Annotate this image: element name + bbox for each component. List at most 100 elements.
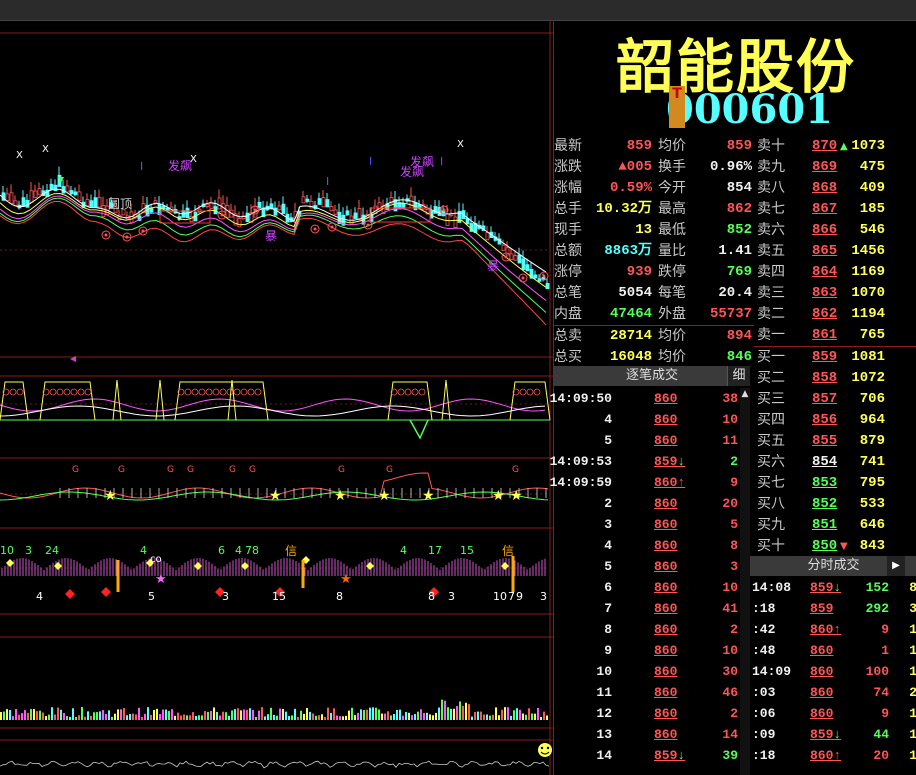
tick-row[interactable]: 12 860 2 bbox=[554, 703, 750, 724]
t-badge[interactable]: T bbox=[669, 86, 685, 128]
book-price[interactable]: 867 bbox=[812, 199, 837, 220]
order-book-row[interactable]: 卖十 870 ▲ 1073 bbox=[754, 136, 916, 157]
minute-row[interactable]: 14:09 860 100 1 bbox=[750, 661, 916, 682]
book-price[interactable]: 853 bbox=[812, 473, 837, 494]
tick-row[interactable]: 3 860 5 bbox=[554, 514, 750, 535]
book-price[interactable]: 859 bbox=[812, 347, 837, 368]
xin-label: 信 bbox=[285, 544, 297, 558]
tick-row[interactable]: 4 860 8 bbox=[554, 535, 750, 556]
tick-time: 14 bbox=[596, 748, 612, 763]
volume-bar bbox=[408, 712, 410, 720]
book-price[interactable]: 865 bbox=[812, 241, 837, 262]
tick-row[interactable]: 14:09:50 860 38 bbox=[550, 388, 750, 409]
order-book-row[interactable]: 买七 853 795 bbox=[754, 473, 916, 494]
minute-arrow-icon: ↑ bbox=[833, 622, 842, 637]
tick-row[interactable]: 14:09:53 859↓ 2 bbox=[550, 451, 750, 472]
book-price[interactable]: 850 bbox=[812, 536, 837, 557]
book-price[interactable]: 870 bbox=[812, 136, 837, 157]
book-price[interactable]: 864 bbox=[812, 262, 837, 283]
book-price[interactable]: 863 bbox=[812, 283, 837, 304]
tick-row[interactable]: 6 860 10 bbox=[554, 577, 750, 598]
scroll-up-icon[interactable]: ▲ bbox=[740, 388, 750, 400]
minute-row[interactable]: :42 860↑ 9 1 bbox=[750, 619, 916, 640]
tick-trades-list[interactable]: 14:09:50 860 38 4 860 10 5 860 11 14:09:53 859↓ 2 14… bbox=[550, 388, 750, 766]
book-price[interactable]: 862 bbox=[812, 304, 837, 325]
order-book-row[interactable]: 卖五 865 1456 bbox=[754, 241, 916, 262]
order-book-row[interactable]: 买九 851 646 bbox=[754, 515, 916, 536]
candle-body bbox=[77, 191, 82, 202]
tick-row[interactable]: 5 860 11 bbox=[554, 430, 750, 451]
tick-row[interactable]: 10 860 30 bbox=[554, 661, 750, 682]
tick-volume: 2 bbox=[730, 454, 738, 469]
minute-row[interactable]: :48 860 1 1 bbox=[750, 640, 916, 661]
minute-row[interactable]: :09 859↓ 44 1 bbox=[750, 724, 916, 745]
volume-bar bbox=[120, 709, 122, 720]
book-price[interactable]: 868 bbox=[812, 178, 837, 199]
tick-row[interactable]: 8 860 2 bbox=[554, 619, 750, 640]
order-book-row[interactable]: 卖一 861 765 bbox=[754, 325, 916, 346]
order-book-row[interactable]: 卖八 868 409 bbox=[754, 178, 916, 199]
book-volume: 1070 bbox=[851, 285, 885, 301]
order-book-row[interactable]: 买六 854 741 bbox=[754, 452, 916, 473]
book-price[interactable]: 857 bbox=[812, 389, 837, 410]
minute-row[interactable]: 14:08 859↓ 152 8 bbox=[750, 577, 916, 598]
book-price[interactable]: 861 bbox=[812, 325, 837, 346]
smile-icon[interactable] bbox=[538, 743, 552, 757]
tick-row[interactable]: 11 860 46 bbox=[554, 682, 750, 703]
minute-row[interactable]: :18 860↑ 20 1 bbox=[750, 745, 916, 766]
tick-trades-header[interactable]: 逐笔成交 细 bbox=[554, 366, 750, 386]
minute-trades-header[interactable]: 分时成交 ▶ bbox=[750, 556, 916, 576]
tick-row[interactable]: 7 860 41 bbox=[554, 598, 750, 619]
book-price[interactable]: 856 bbox=[812, 410, 837, 431]
volume-bar bbox=[270, 707, 272, 720]
tick-row[interactable]: 14 859↓ 39 bbox=[554, 745, 750, 766]
tick-scrollbar[interactable]: ▲ bbox=[740, 388, 750, 775]
book-price[interactable]: 852 bbox=[812, 494, 837, 515]
order-book-row[interactable]: 买八 852 533 bbox=[754, 494, 916, 515]
book-price[interactable]: 855 bbox=[812, 431, 837, 452]
kline-chart-svg[interactable]: XXXX发飙 发飙发飙圆顶暴暴III I ★ ★ ★ ★ ★ ★ ★G G G G G G G G G ★ ★信信… bbox=[0, 20, 553, 775]
tick-row[interactable]: 5 860 3 bbox=[554, 556, 750, 577]
fine-button[interactable]: 细 bbox=[727, 366, 750, 386]
order-book-row[interactable]: 卖二 862 1194 bbox=[754, 304, 916, 325]
volume-bar bbox=[84, 716, 86, 720]
order-book-row[interactable]: 买一 859 1081 bbox=[754, 346, 916, 368]
tick-row[interactable]: 4 860 10 bbox=[554, 409, 750, 430]
order-book-row[interactable]: 卖七 867 185 bbox=[754, 199, 916, 220]
book-price[interactable]: 851 bbox=[812, 515, 837, 536]
volume-bar bbox=[348, 710, 350, 720]
indicator-ring bbox=[418, 388, 426, 396]
candle-body bbox=[317, 198, 322, 205]
candle-body bbox=[217, 197, 222, 210]
minute-trades-list[interactable]: 14:08 859↓ 152 8:18 859 292 3:42 860↑ 9 1:48 860 1 1… bbox=[750, 577, 916, 766]
tick-row[interactable]: 13 860 14 bbox=[554, 724, 750, 745]
order-book-row[interactable]: 买三 857 706 bbox=[754, 389, 916, 410]
order-book-row[interactable]: 卖九 869 475 bbox=[754, 157, 916, 178]
order-book-row[interactable]: 卖六 866 546 bbox=[754, 220, 916, 241]
minute-row[interactable]: :18 859 292 3 bbox=[750, 598, 916, 619]
order-book-row[interactable]: 买五 855 879 bbox=[754, 431, 916, 452]
volume-bar bbox=[492, 714, 494, 720]
candle-body bbox=[213, 206, 218, 215]
volume-bar bbox=[516, 708, 518, 720]
book-price[interactable]: 858 bbox=[812, 368, 837, 389]
tick-row[interactable]: 2 860 20 bbox=[554, 493, 750, 514]
volume-bar bbox=[48, 714, 50, 720]
order-book-row[interactable]: 买十 850 ▼ 843 bbox=[754, 536, 916, 557]
order-book-row[interactable]: 买二 858 1072 bbox=[754, 368, 916, 389]
minute-row[interactable]: :03 860 74 2 bbox=[750, 682, 916, 703]
kline-chart-area[interactable]: X X X X 发飙 发飙 发飙 圆顶暴暴 I I I I ★ ★ ★ ★ ★ ★ ★ G G G G G G G G G ★ ★ 信信… bbox=[0, 20, 553, 775]
play-icon[interactable]: ▶ bbox=[887, 556, 905, 576]
minute-row[interactable]: :06 860 9 1 bbox=[750, 703, 916, 724]
quote-label: 现手 bbox=[554, 222, 582, 238]
order-book-row[interactable]: 卖三 863 1070 bbox=[754, 283, 916, 304]
order-book-row[interactable]: 买四 856 964 bbox=[754, 410, 916, 431]
book-price[interactable]: 854 bbox=[812, 452, 837, 473]
book-price[interactable]: 869 bbox=[812, 157, 837, 178]
indicator-dip bbox=[409, 419, 429, 440]
order-book-row[interactable]: 卖四 864 1169 bbox=[754, 262, 916, 283]
volume-bar bbox=[540, 716, 542, 720]
tick-row[interactable]: 14:09:59 860↑ 9 bbox=[550, 472, 750, 493]
tick-row[interactable]: 9 860 10 bbox=[554, 640, 750, 661]
book-price[interactable]: 866 bbox=[812, 220, 837, 241]
